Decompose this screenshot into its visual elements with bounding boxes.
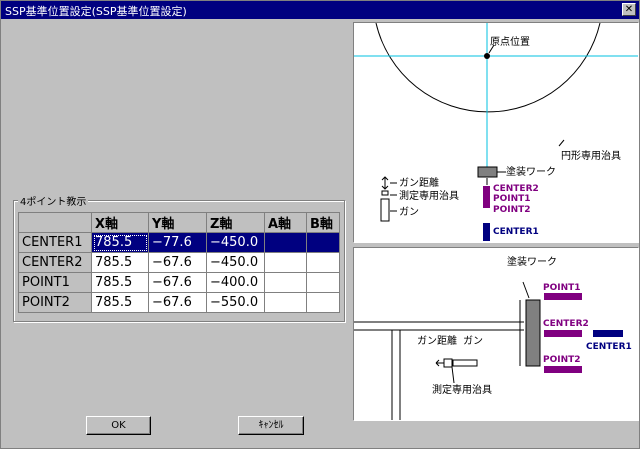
title-bar[interactable]: SSP基準位置設定(SSP基準位置設定) ✕ xyxy=(1,1,639,19)
legend-gun-distance: ガン距離 xyxy=(399,176,439,189)
point1-label: POINT1 xyxy=(543,283,581,293)
row-header[interactable]: POINT1 xyxy=(18,272,92,293)
gun-distance-label: ガン距離 xyxy=(417,334,457,347)
cell-y[interactable]: −67.6 xyxy=(148,292,207,313)
center2-gun-icon xyxy=(544,330,582,337)
circular-jig-outline xyxy=(375,23,601,113)
cell-b[interactable] xyxy=(306,292,340,313)
center1-gun-icon xyxy=(483,223,490,241)
table-row-center1[interactable]: CENTER1 785.5 −77.6 −450.0 xyxy=(18,232,340,253)
dialog-window: SSP基準位置設定(SSP基準位置設定) ✕ 4ポイント教示 X軸 Y軸 Z軸 … xyxy=(0,0,640,449)
work-leader-line xyxy=(522,281,530,299)
cell-x[interactable]: 785.5 xyxy=(91,292,149,313)
origin-label: 原点位置 xyxy=(490,35,530,48)
gun-label: ガン xyxy=(463,335,483,347)
cell-y[interactable]: −77.6 xyxy=(148,232,207,253)
cell-a[interactable] xyxy=(264,272,307,293)
gun-icon xyxy=(452,359,478,367)
cell-a[interactable] xyxy=(264,232,307,253)
side-view-svg: 塗装ワーク POINT1 CENTER2 CENTER1 POINT2 ガン距離… xyxy=(354,255,632,420)
side-view-diagram: 塗装ワーク POINT1 CENTER2 CENTER1 POINT2 ガン距離… xyxy=(353,247,639,421)
legend-distance-arrow-icon xyxy=(381,176,389,190)
column-header-b: B軸 xyxy=(306,212,340,233)
group-label: 4ポイント教示 xyxy=(18,193,89,208)
row-header[interactable]: CENTER1 xyxy=(18,232,92,253)
close-button[interactable]: ✕ xyxy=(622,3,636,16)
grid-header-row: X軸 Y軸 Z軸 A軸 B軸 xyxy=(18,212,340,233)
row-header[interactable]: CENTER2 xyxy=(18,252,92,273)
center2-label: CENTER2 xyxy=(493,184,539,194)
cancel-button[interactable]: ｷｬﾝｾﾙ xyxy=(238,416,304,435)
legend-gun-icon xyxy=(380,198,390,222)
cell-z[interactable]: −400.0 xyxy=(206,272,265,293)
point1-gun-icon xyxy=(544,293,582,300)
window-title: SSP基準位置設定(SSP基準位置設定) xyxy=(5,5,187,18)
top-view-svg: 原点位置 円形専用治具 塗装ワーク CENTER2 POINT1 POINT2 … xyxy=(354,23,638,241)
cell-b[interactable] xyxy=(306,232,340,253)
legend-gun: ガン xyxy=(399,206,419,218)
close-icon: ✕ xyxy=(624,3,634,15)
work-label: 塗装ワーク xyxy=(506,165,556,178)
cell-y[interactable]: −67.6 xyxy=(148,272,207,293)
column-header-a: A軸 xyxy=(264,212,307,233)
cell-b[interactable] xyxy=(306,252,340,273)
center1-label: CENTER1 xyxy=(493,227,539,237)
point2-gun-icon xyxy=(544,366,582,373)
cell-z[interactable]: −550.0 xyxy=(206,292,265,313)
center2-label: CENTER2 xyxy=(543,319,589,329)
origin-point-icon xyxy=(484,53,490,59)
column-header-z: Z軸 xyxy=(206,212,265,233)
center1-gun-icon xyxy=(593,330,623,337)
jig-leader-line xyxy=(558,139,565,147)
measure-jig-label: 測定専用治具 xyxy=(432,383,492,396)
top-view-diagram: 原点位置 円形専用治具 塗装ワーク CENTER2 POINT1 POINT2 … xyxy=(353,22,639,243)
table-row-point1[interactable]: POINT1 785.5 −67.6 −400.0 xyxy=(18,272,340,293)
cell-x[interactable]: 785.5 xyxy=(91,272,149,293)
cell-x[interactable]: 785.5 xyxy=(91,252,149,273)
jig-label: 円形専用治具 xyxy=(561,149,621,162)
position-grid: X軸 Y軸 Z軸 A軸 B軸 CENTER1 785.5 −77.6 −450.… xyxy=(18,212,340,313)
work-label: 塗装ワーク xyxy=(507,255,557,268)
legend-measure-jig: 測定専用治具 xyxy=(399,189,459,202)
grid-corner xyxy=(18,212,92,233)
legend-jig-icon xyxy=(381,190,389,196)
table-row-point2[interactable]: POINT2 785.5 −67.6 −550.0 xyxy=(18,292,340,313)
cell-a[interactable] xyxy=(264,252,307,273)
column-header-y: Y軸 xyxy=(148,212,207,233)
cell-y[interactable]: −67.6 xyxy=(148,252,207,273)
column-header-x: X軸 xyxy=(91,212,149,233)
ok-button[interactable]: OK xyxy=(86,416,151,435)
cell-z[interactable]: −450.0 xyxy=(206,252,265,273)
center2-gun-icon xyxy=(483,186,490,208)
center1-label: CENTER1 xyxy=(586,342,632,352)
point1-label: POINT1 xyxy=(493,194,531,204)
cell-z[interactable]: −450.0 xyxy=(206,232,265,253)
point2-label: POINT2 xyxy=(493,205,531,215)
painted-work-icon xyxy=(477,166,498,178)
cell-a[interactable] xyxy=(264,292,307,313)
table-row-center2[interactable]: CENTER2 785.5 −67.6 −450.0 xyxy=(18,252,340,273)
cell-b[interactable] xyxy=(306,272,340,293)
measure-jig-icon xyxy=(443,358,453,368)
point2-label: POINT2 xyxy=(543,355,581,365)
row-header[interactable]: POINT2 xyxy=(18,292,92,313)
cell-x[interactable]: 785.5 xyxy=(91,232,149,253)
painted-work-icon xyxy=(525,299,541,367)
jig-leader-line xyxy=(451,366,455,384)
